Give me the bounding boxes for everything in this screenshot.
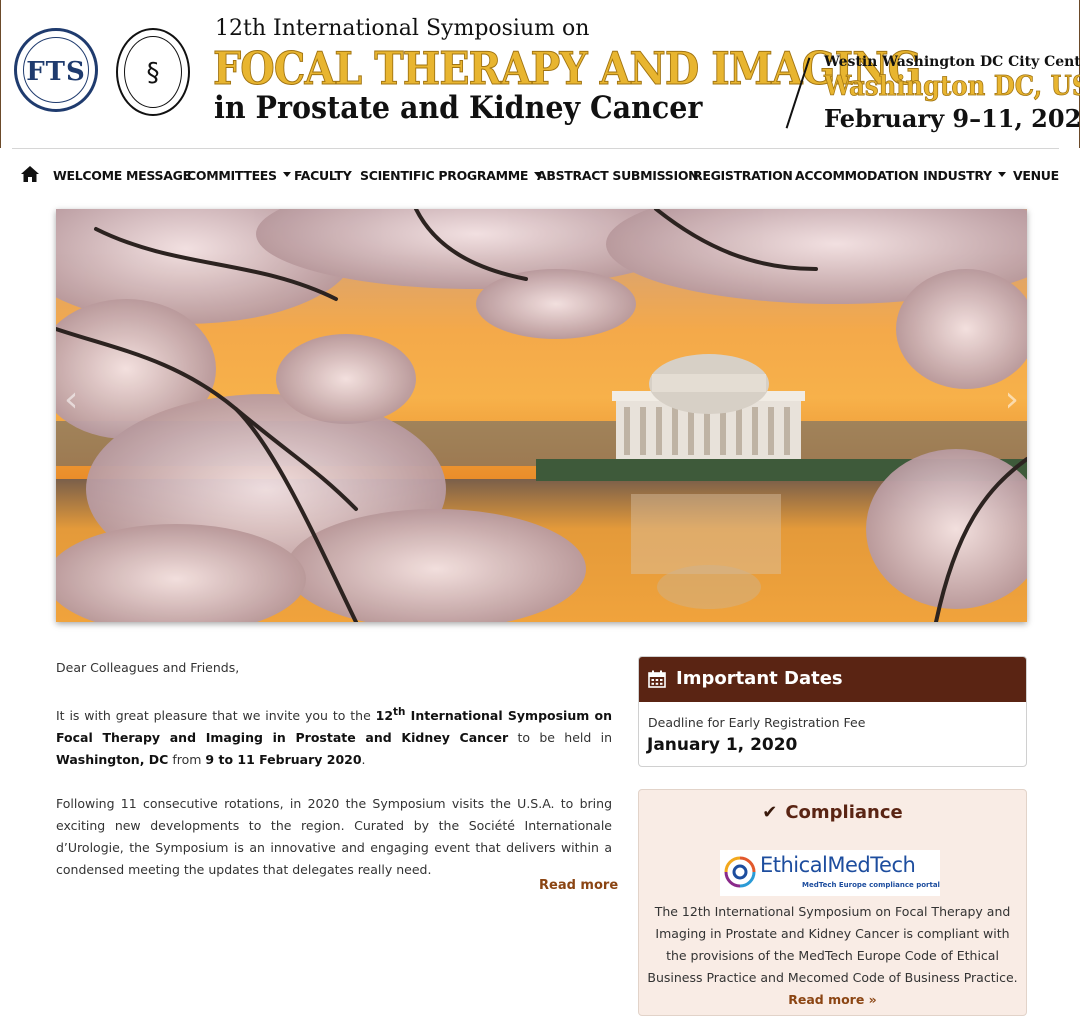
- important-dates-header: Important Dates: [639, 657, 1026, 702]
- compliance-card: ✔ Compliance EthicalMedTech MedTech Europ…: [638, 789, 1027, 1016]
- site-header: FTS § 12th International Symposium on FO…: [0, 0, 1080, 148]
- ethical-medtech-logo[interactable]: EthicalMedTech MedTech Europe compliance…: [720, 850, 940, 896]
- compliance-title: Compliance: [785, 802, 903, 823]
- focal-therapy-society-logo[interactable]: FTS: [14, 28, 98, 112]
- nav-faculty[interactable]: FACULTY: [294, 168, 352, 183]
- venue-city: Washington DC, USA: [824, 71, 1080, 103]
- compliance-read-more-link[interactable]: Read more »: [788, 992, 877, 1007]
- welcome-intro: Dear Colleagues and Friends, It is with …: [56, 657, 612, 881]
- nav-label: COMMITTEES: [187, 168, 277, 183]
- header-divider-line: [12, 148, 1059, 149]
- nav-label: ABSTRACT SUBMISSION: [537, 168, 699, 183]
- nav-label: WELCOME MESSAGE: [53, 168, 191, 183]
- symposium-title-main: FOCAL THERAPY AND IMAGING: [213, 42, 922, 96]
- intro-paragraph-1: It is with great pleasure that we invite…: [56, 701, 612, 771]
- nav-welcome-message[interactable]: WELCOME MESSAGE: [53, 168, 191, 183]
- event-location: Washington, DC: [56, 752, 169, 768]
- fts-monogram: FTS: [26, 57, 86, 87]
- symposium-title-line1: 12th International Symposium on: [215, 16, 590, 41]
- home-icon[interactable]: [20, 165, 40, 183]
- ordinal-suffix: th: [393, 706, 406, 718]
- endourological-society-logo[interactable]: §: [116, 28, 190, 116]
- check-icon: ✔: [762, 802, 778, 823]
- nav-industry[interactable]: INDUSTRY: [923, 168, 1006, 183]
- hero-image-jefferson-memorial: [56, 209, 1027, 622]
- nav-committees[interactable]: COMMITTEES: [187, 168, 291, 183]
- compliance-statement: The 12th International Symposium on Foca…: [647, 904, 1018, 985]
- compliance-header: ✔ Compliance: [639, 802, 1026, 823]
- compliance-text: The 12th International Symposium on Foca…: [647, 901, 1018, 1011]
- venue-hotel: Westin Washington DC City Center: [824, 54, 1080, 70]
- text: from: [168, 752, 206, 768]
- ethical-medtech-tagline: MedTech Europe compliance portal: [802, 881, 940, 889]
- calendar-icon: [648, 670, 666, 688]
- text: It is with great pleasure that we invite…: [56, 708, 376, 724]
- nav-abstract-submission[interactable]: ABSTRACT SUBMISSION: [537, 168, 699, 183]
- intro-paragraph-2: Following 11 consecutive rotations, in 2…: [56, 796, 612, 878]
- text: .: [361, 752, 366, 768]
- important-dates-card: Important Dates Deadline for Early Regis…: [638, 656, 1027, 767]
- nav-label: FACULTY: [294, 168, 352, 183]
- venue-dates: February 9–11, 2020: [824, 104, 1080, 133]
- nav-venue[interactable]: VENUE: [1013, 168, 1059, 183]
- greeting: Dear Colleagues and Friends,: [56, 660, 240, 675]
- nav-registration[interactable]: REGISTRATION: [693, 168, 793, 183]
- nav-label: ACCOMMODATION: [795, 168, 919, 183]
- chevron-down-icon: [997, 172, 1006, 177]
- text: to be held in: [508, 730, 613, 746]
- chevron-right-icon[interactable]: ›: [1005, 379, 1019, 420]
- read-more-link[interactable]: Read more: [539, 878, 618, 893]
- ethical-medtech-name: EthicalMedTech: [760, 853, 916, 877]
- deadline-date: January 1, 2020: [647, 735, 798, 755]
- main-nav: WELCOME MESSAGE COMMITTEES FACULTY SCIEN…: [0, 163, 1080, 191]
- nav-label: SCIENTIFIC PROGRAMME: [360, 168, 529, 183]
- nav-label: INDUSTRY: [923, 168, 992, 183]
- ethical-medtech-symbol: [724, 856, 756, 888]
- nav-scientific-programme[interactable]: SCIENTIFIC PROGRAMME: [360, 168, 543, 183]
- nav-accommodation[interactable]: ACCOMMODATION: [795, 168, 919, 183]
- kidney-icon: §: [146, 58, 160, 88]
- event-dates: 9 to 11 February 2020: [205, 752, 362, 768]
- edition-number: 12: [375, 708, 394, 724]
- deadline-label: Deadline for Early Registration Fee: [648, 715, 866, 730]
- chevron-down-icon: [282, 172, 291, 177]
- important-dates-title: Important Dates: [676, 668, 843, 689]
- symposium-title-line3: in Prostate and Kidney Cancer: [214, 90, 703, 126]
- nav-label: REGISTRATION: [693, 168, 793, 183]
- hero-carousel[interactable]: ‹ ›: [56, 209, 1027, 622]
- chevron-left-icon[interactable]: ‹: [64, 379, 78, 420]
- nav-label: VENUE: [1013, 168, 1059, 183]
